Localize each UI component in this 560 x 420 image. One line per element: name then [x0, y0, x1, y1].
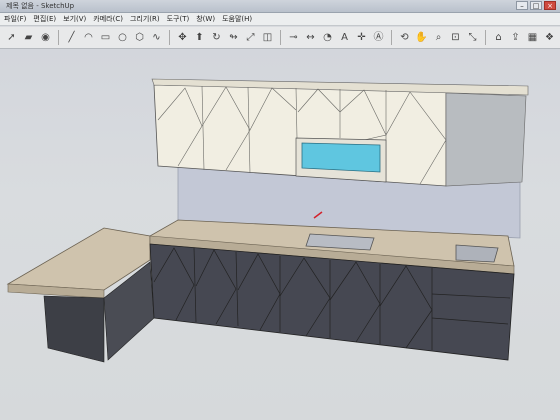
cooktop	[455, 244, 499, 263]
dimension-icon[interactable]: ↔	[303, 30, 318, 45]
modeling-viewport[interactable]	[0, 49, 560, 420]
rotate-icon[interactable]: ↻	[209, 30, 224, 45]
pan-icon[interactable]: ✋	[414, 30, 429, 45]
window-controls: – □ ×	[516, 1, 556, 10]
extension-icon[interactable]: ❖	[542, 30, 557, 45]
3d-text-icon[interactable]: Ⓐ	[371, 30, 386, 45]
arc-icon[interactable]: ◠	[81, 30, 96, 45]
minimize-button[interactable]: –	[516, 1, 528, 10]
zoom-window-icon[interactable]: ⊡	[448, 30, 463, 45]
text-icon[interactable]: A	[337, 30, 352, 45]
kitchen-model	[6, 78, 529, 363]
menu-item[interactable]: 도움말(H)	[222, 14, 252, 24]
orbit-icon[interactable]: ⟲	[397, 30, 412, 45]
polygon-icon[interactable]: ⬡	[132, 30, 147, 45]
components-icon[interactable]: ▦	[525, 30, 540, 45]
rectangle-icon[interactable]: ▭	[98, 30, 113, 45]
toolbar-separator	[485, 30, 486, 45]
menu-item[interactable]: 파일(F)	[4, 14, 26, 24]
zoom-extents-icon[interactable]: ⤡	[465, 30, 480, 45]
move-icon[interactable]: ✥	[175, 30, 190, 45]
offset-icon[interactable]: ◫	[260, 30, 275, 45]
range-hood-glass	[301, 142, 381, 173]
circle-icon[interactable]: ○	[115, 30, 130, 45]
axes-icon[interactable]: ✛	[354, 30, 369, 45]
menu-bar: 파일(F) 편집(E) 보기(V) 카메라(C) 그리기(R) 도구(T) 창(W) 도움말(…	[0, 13, 560, 26]
warehouse-icon[interactable]: ⌂	[491, 30, 506, 45]
toolbar-separator	[58, 30, 59, 45]
toolbar-separator	[280, 30, 281, 45]
maximize-button[interactable]: □	[530, 1, 542, 10]
follow-me-icon[interactable]: ↬	[226, 30, 241, 45]
freehand-icon[interactable]: ∿	[149, 30, 164, 45]
zoom-icon[interactable]: ⌕	[431, 30, 446, 45]
close-button[interactable]: ×	[544, 1, 556, 10]
menu-item[interactable]: 카메라(C)	[93, 14, 123, 24]
scale-icon[interactable]: ⤢	[243, 30, 258, 45]
menu-item[interactable]: 편집(E)	[33, 14, 56, 24]
menu-item[interactable]: 창(W)	[196, 14, 215, 24]
tape-measure-icon[interactable]: ⊸	[286, 30, 301, 45]
menu-item[interactable]: 도구(T)	[167, 14, 190, 24]
menu-item[interactable]: 보기(V)	[63, 14, 86, 24]
share-model-icon[interactable]: ⇪	[508, 30, 523, 45]
select-icon[interactable]: ➚	[4, 30, 19, 45]
title-bar[interactable]: 제목 없음 - SketchUp – □ ×	[0, 0, 560, 13]
toolbar-separator	[391, 30, 392, 45]
line-icon[interactable]: ╱	[64, 30, 79, 45]
protractor-icon[interactable]: ◔	[320, 30, 335, 45]
push-pull-icon[interactable]: ⬆	[192, 30, 207, 45]
window-title: 제목 없음 - SketchUp	[6, 2, 75, 10]
peninsula-base	[43, 295, 105, 363]
menu-item[interactable]: 그리기(R)	[130, 14, 160, 24]
eraser-icon[interactable]: ▰	[21, 30, 36, 45]
sketchup-window: 제목 없음 - SketchUp – □ × 파일(F) 편집(E) 보기(V) 카메…	[0, 0, 560, 420]
paint-bucket-icon[interactable]: ◉	[38, 30, 53, 45]
toolbar: ➚ ▰ ◉ ╱ ◠ ▭ ○ ⬡ ∿ ✥ ⬆ ↻ ↬ ⤢ ◫ ⊸ ↔ ◔ A ✛ Ⓐ ⟲ ✋ ⌕ ⊡ ⤡ ⌂ ⇪ ▦ ❖	[0, 27, 560, 49]
upper-glass-cabinet	[445, 92, 527, 187]
toolbar-separator	[169, 30, 170, 45]
